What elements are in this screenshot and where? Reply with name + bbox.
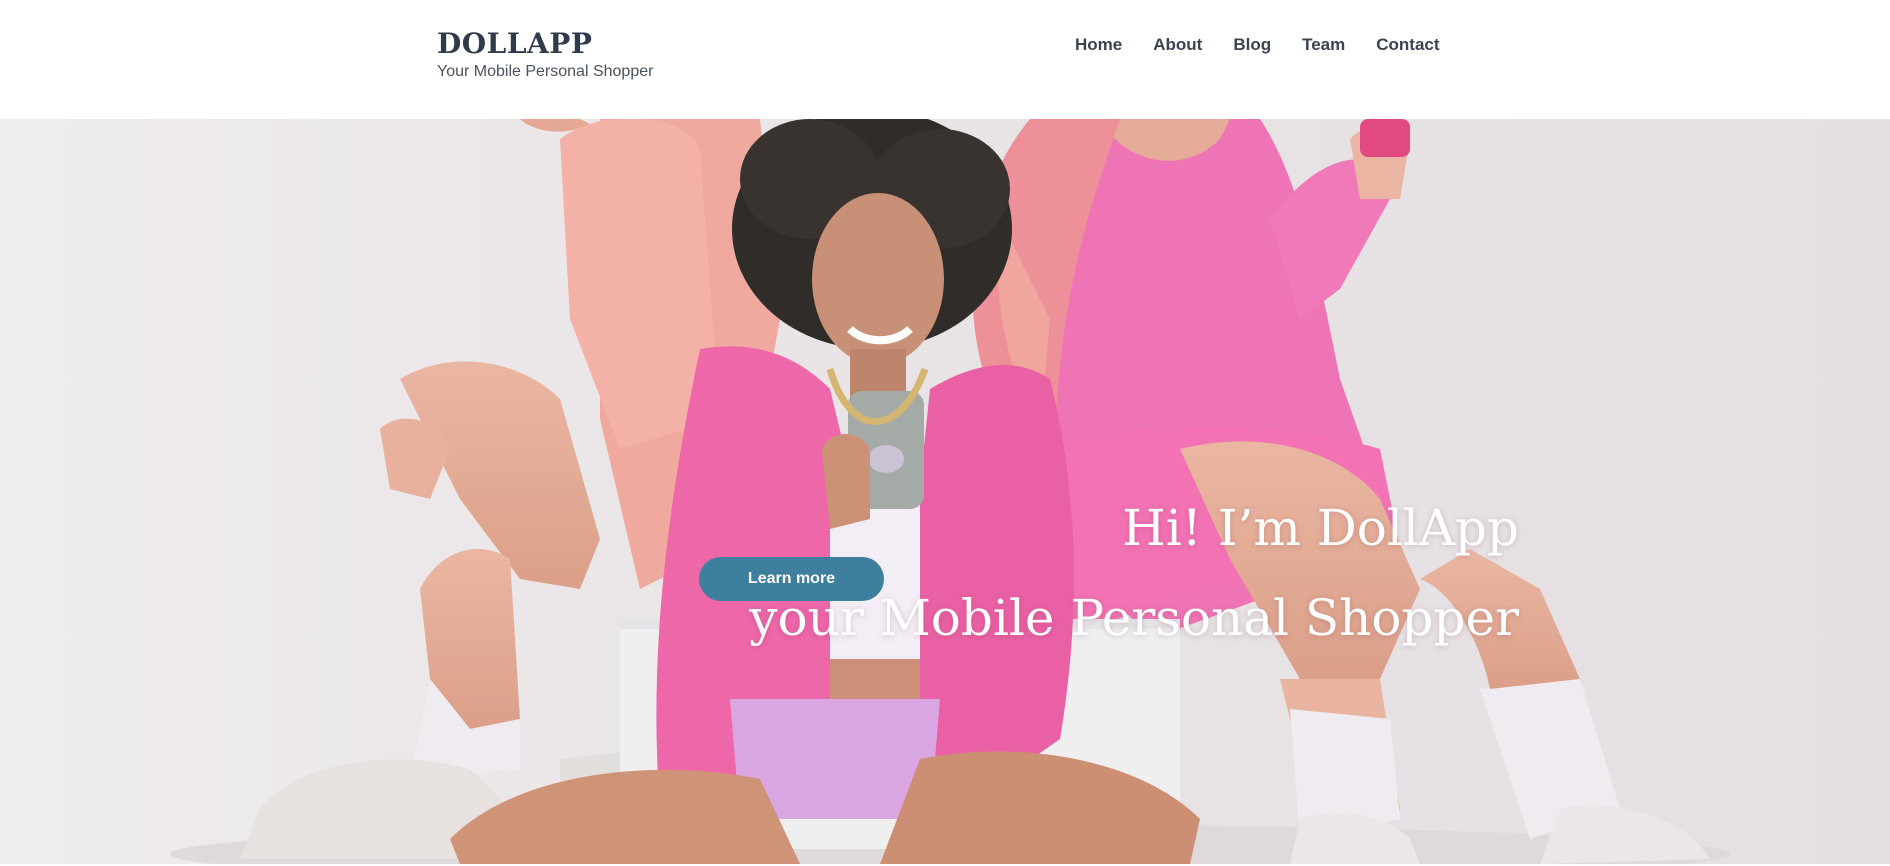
hero-section: Hi! I’m DollApp your Mobile Personal Sho… (0, 119, 1890, 864)
hero-heading: Hi! I’m DollApp (1122, 499, 1519, 557)
nav-link-team[interactable]: Team (1302, 35, 1345, 55)
brand-title[interactable]: DOLLAPP (437, 27, 592, 60)
learn-more-button[interactable]: Learn more (699, 557, 884, 601)
nav-link-home[interactable]: Home (1075, 35, 1122, 55)
nav-link-contact[interactable]: Contact (1376, 35, 1439, 55)
nav-link-about[interactable]: About (1153, 35, 1202, 55)
site-header: DOLLAPP Your Mobile Personal Shopper Hom… (0, 0, 1890, 119)
nav-link-blog[interactable]: Blog (1233, 35, 1271, 55)
hero-photo (0, 119, 1890, 864)
brand-tagline: Your Mobile Personal Shopper (437, 63, 654, 80)
main-nav: Home About Blog Team Contact (1075, 35, 1471, 55)
